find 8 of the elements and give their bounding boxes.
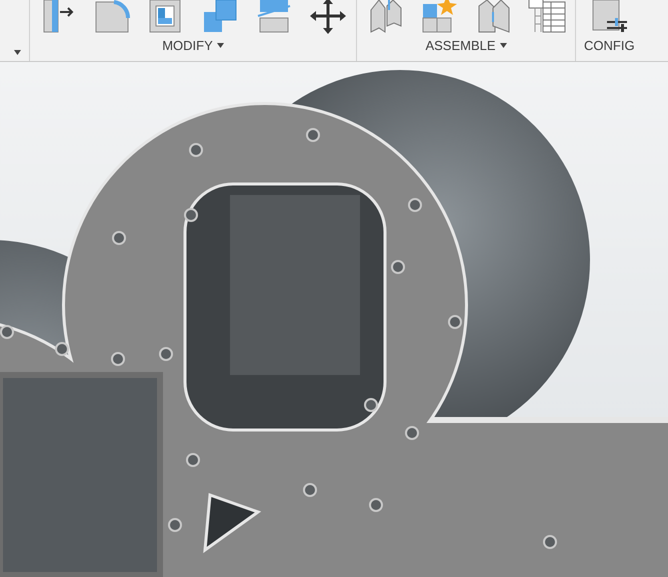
group-label[interactable]: CONFIG	[584, 36, 635, 55]
caret-icon[interactable]	[14, 50, 21, 55]
group-label[interactable]: MODIFY	[162, 36, 213, 55]
group-label[interactable]: ASSEMBLE	[425, 36, 496, 55]
move-arrows-icon[interactable]	[308, 0, 348, 34]
caret-icon[interactable]	[500, 42, 507, 48]
caret-icon[interactable]	[216, 42, 224, 48]
table-icon[interactable]	[527, 0, 567, 34]
